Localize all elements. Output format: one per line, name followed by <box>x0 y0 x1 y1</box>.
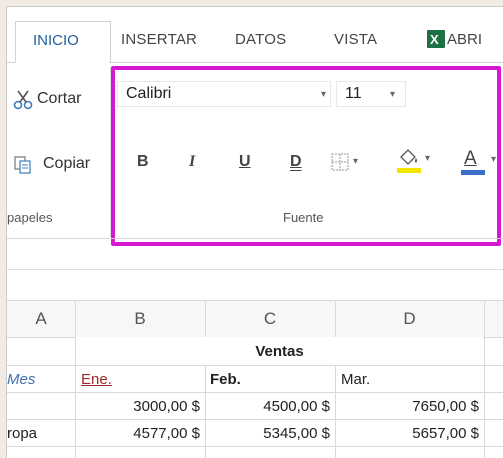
cell-c-feb[interactable]: Feb. <box>210 371 241 388</box>
cell-c-row1[interactable]: 4500,00 $ <box>206 398 330 415</box>
cell-a-mes[interactable]: Mes <box>7 371 35 388</box>
excel-icon: X <box>427 30 445 48</box>
gridline <box>7 365 503 366</box>
cell-c-row2[interactable]: 5345,00 $ <box>206 425 330 442</box>
cell-d-row1[interactable]: 7650,00 $ <box>336 398 479 415</box>
cut-label: Cortar <box>37 90 82 107</box>
font-group-highlight <box>111 66 501 246</box>
tab-inicio[interactable]: INICIO <box>15 21 111 64</box>
cell-b-row1[interactable]: 3000,00 $ <box>76 398 200 415</box>
cell-d-mar[interactable]: Mar. <box>341 371 370 388</box>
tab-abrir[interactable]: X ABRI <box>427 29 503 49</box>
cell-b-ene[interactable]: Ene. <box>81 371 112 388</box>
column-header-row: A B C D <box>7 300 503 338</box>
clipboard-group-label: papeles <box>7 210 53 225</box>
ribbon-bottom-border <box>7 238 503 239</box>
cell-b-row2[interactable]: 4577,00 $ <box>76 425 200 442</box>
cell-a-row2[interactable]: ropa <box>7 425 37 442</box>
column-header-c[interactable]: C <box>205 309 335 329</box>
gridline <box>7 392 503 393</box>
copy-label: Copiar <box>43 155 91 172</box>
gridline <box>484 300 485 458</box>
tab-inicio-label: INICIO <box>33 32 79 49</box>
tab-vista[interactable]: VISTA <box>334 31 377 48</box>
tab-abrir-label: ABRI <box>447 31 483 48</box>
cell-d-row2[interactable]: 5657,00 $ <box>336 425 479 442</box>
column-header-d[interactable]: D <box>335 309 484 329</box>
cut-button[interactable]: Cortar <box>11 87 107 113</box>
gridline <box>7 419 503 420</box>
formula-bar-divider <box>7 269 503 270</box>
copy-icon <box>14 156 31 174</box>
column-header-b[interactable]: B <box>75 309 205 329</box>
tab-datos[interactable]: DATOS <box>235 31 286 48</box>
scissors-icon <box>13 90 33 110</box>
tab-insertar[interactable]: INSERTAR <box>121 31 197 48</box>
copy-button[interactable]: Copiar <box>11 152 107 178</box>
svg-text:X: X <box>430 32 439 47</box>
column-header-a[interactable]: A <box>7 309 75 329</box>
sales-title: Ventas <box>255 343 304 360</box>
gridline <box>7 446 503 447</box>
excel-window: INICIO INSERTAR DATOS VISTA X ABRI Corta… <box>6 6 503 458</box>
